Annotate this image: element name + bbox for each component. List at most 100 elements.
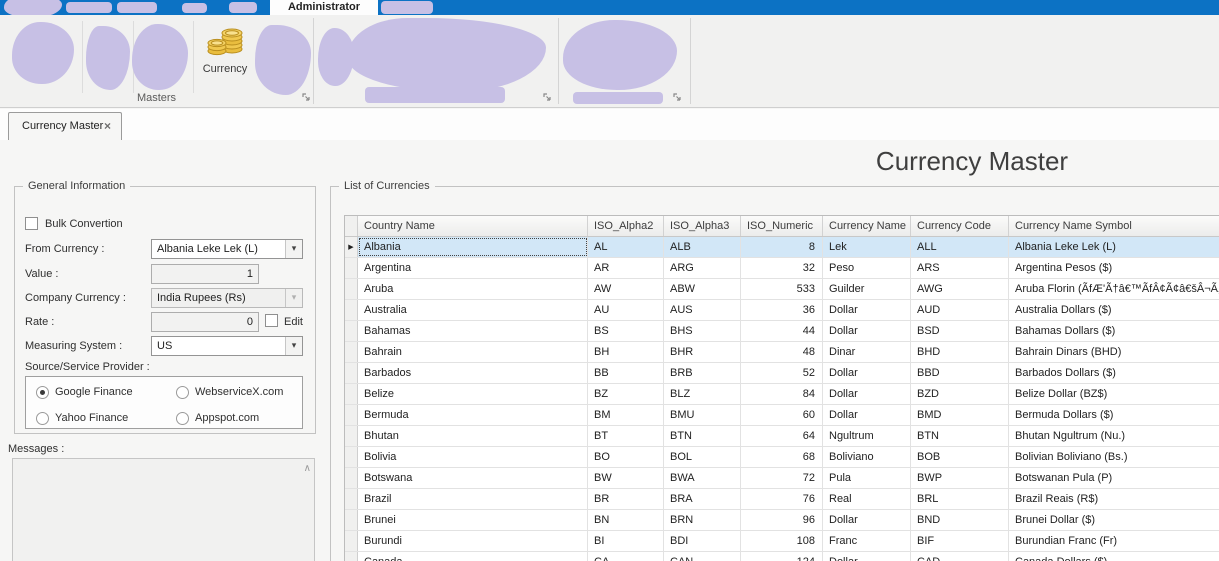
cell[interactable]: 84 bbox=[741, 384, 823, 404]
cell[interactable]: BT bbox=[588, 426, 664, 446]
cell[interactable]: BBD bbox=[911, 363, 1009, 383]
radio-option-yahoo-finance[interactable]: Yahoo Finance bbox=[36, 411, 176, 425]
cell[interactable]: BIF bbox=[911, 531, 1009, 551]
cell[interactable]: BDI bbox=[664, 531, 741, 551]
cell[interactable]: 68 bbox=[741, 447, 823, 467]
scrollbar-up-icon[interactable]: ∧ bbox=[304, 463, 311, 474]
value-input[interactable]: 1 bbox=[151, 264, 259, 284]
cell[interactable]: 8 bbox=[741, 237, 823, 257]
cell[interactable]: Ngultrum bbox=[823, 426, 911, 446]
tab-currency-master[interactable]: Currency Master × bbox=[8, 112, 122, 141]
cell[interactable]: Albania Leke Lek (L) bbox=[1009, 237, 1219, 257]
cell[interactable]: AW bbox=[588, 279, 664, 299]
table-row[interactable]: Belize BZ BLZ 84 Dollar BZD Belize Dollar (BZ$… bbox=[345, 384, 1219, 405]
measuring-system-combo[interactable]: US ▾ bbox=[151, 336, 303, 356]
radio-option-appspot-com[interactable]: Appspot.com bbox=[176, 411, 302, 425]
table-row[interactable]: Bhutan BT BTN 64 Ngultrum BTN Bhutan Ngultrum … bbox=[345, 426, 1219, 447]
edit-checkbox[interactable] bbox=[265, 314, 278, 327]
cell[interactable]: Boliviano bbox=[823, 447, 911, 467]
cell[interactable]: Dollar bbox=[823, 363, 911, 383]
cell[interactable]: 96 bbox=[741, 510, 823, 530]
cell[interactable]: BO bbox=[588, 447, 664, 467]
cell[interactable]: BI bbox=[588, 531, 664, 551]
cell[interactable]: Belize Dollar (BZ$) bbox=[1009, 384, 1219, 404]
radio-option-webservicex-com[interactable]: WebserviceX.com bbox=[176, 385, 302, 399]
cell[interactable]: Dinar bbox=[823, 342, 911, 362]
cell[interactable]: 60 bbox=[741, 405, 823, 425]
cell[interactable]: BHS bbox=[664, 321, 741, 341]
cell[interactable]: Bahamas bbox=[358, 321, 588, 341]
cell[interactable]: Canada bbox=[358, 552, 588, 561]
column-header-currency-name-symbol[interactable]: Currency Name Symbol bbox=[1009, 216, 1219, 236]
cell[interactable]: Bolivian Boliviano (Bs.) bbox=[1009, 447, 1219, 467]
cell[interactable]: 36 bbox=[741, 300, 823, 320]
cell[interactable]: Brunei bbox=[358, 510, 588, 530]
cell[interactable]: Real bbox=[823, 489, 911, 509]
cell[interactable]: Brazil Reais (R$) bbox=[1009, 489, 1219, 509]
currency-ribbon-button[interactable]: Currency bbox=[196, 20, 254, 92]
cell[interactable]: Albania bbox=[358, 237, 588, 257]
cell[interactable]: Pula bbox=[823, 468, 911, 488]
radio-option-google-finance[interactable]: Google Finance bbox=[36, 385, 176, 399]
close-icon[interactable]: × bbox=[104, 113, 111, 139]
cell[interactable]: 64 bbox=[741, 426, 823, 446]
dialog-launcher-icon[interactable] bbox=[673, 93, 683, 103]
cell[interactable]: Argentina bbox=[358, 258, 588, 278]
rate-input[interactable]: 0 bbox=[151, 312, 259, 332]
cell[interactable]: BSD bbox=[911, 321, 1009, 341]
cell[interactable]: Barbados bbox=[358, 363, 588, 383]
cell[interactable]: BRA bbox=[664, 489, 741, 509]
cell[interactable]: BOB bbox=[911, 447, 1009, 467]
cell[interactable]: Bolivia bbox=[358, 447, 588, 467]
table-row[interactable]: Australia AU AUS 36 Dollar AUD Australia Dolla… bbox=[345, 300, 1219, 321]
cell[interactable]: Dollar bbox=[823, 510, 911, 530]
cell[interactable]: CAD bbox=[911, 552, 1009, 561]
cell[interactable]: BMD bbox=[911, 405, 1009, 425]
cell[interactable]: BHR bbox=[664, 342, 741, 362]
cell[interactable]: BWP bbox=[911, 468, 1009, 488]
cell[interactable]: AL bbox=[588, 237, 664, 257]
cell[interactable]: Argentina Pesos ($) bbox=[1009, 258, 1219, 278]
cell[interactable]: Burundi bbox=[358, 531, 588, 551]
cell[interactable]: BM bbox=[588, 405, 664, 425]
cell[interactable]: BOL bbox=[664, 447, 741, 467]
dialog-launcher-icon[interactable] bbox=[543, 93, 553, 103]
table-row[interactable]: Bolivia BO BOL 68 Boliviano BOB Bolivian Boliv… bbox=[345, 447, 1219, 468]
column-header-iso-alpha3[interactable]: ISO_Alpha3 bbox=[664, 216, 741, 236]
cell[interactable]: Dollar bbox=[823, 405, 911, 425]
cell[interactable]: BW bbox=[588, 468, 664, 488]
ribbon-tab-administrator[interactable]: Administrator bbox=[270, 0, 378, 15]
cell[interactable]: 72 bbox=[741, 468, 823, 488]
cell[interactable]: BZD bbox=[911, 384, 1009, 404]
table-row[interactable]: Bahamas BS BHS 44 Dollar BSD Bahamas Dollars (… bbox=[345, 321, 1219, 342]
from-currency-combo[interactable]: Albania Leke Lek (L) ▾ bbox=[151, 239, 303, 259]
cell[interactable]: Barbados Dollars ($) bbox=[1009, 363, 1219, 383]
cell[interactable]: CAN bbox=[664, 552, 741, 561]
cell[interactable]: BRL bbox=[911, 489, 1009, 509]
table-row[interactable]: Barbados BB BRB 52 Dollar BBD Barbados Dollars… bbox=[345, 363, 1219, 384]
messages-textarea[interactable]: ∧ bbox=[12, 458, 315, 561]
cell[interactable]: Botswanan Pula (P) bbox=[1009, 468, 1219, 488]
table-row[interactable]: Bermuda BM BMU 60 Dollar BMD Bermuda Dollars (… bbox=[345, 405, 1219, 426]
table-row[interactable]: Aruba AW ABW 533 Guilder AWG Aruba Florin (ÃfÆ… bbox=[345, 279, 1219, 300]
cell[interactable]: 44 bbox=[741, 321, 823, 341]
cell[interactable]: Bermuda Dollars ($) bbox=[1009, 405, 1219, 425]
cell[interactable]: Belize bbox=[358, 384, 588, 404]
cell[interactable]: BH bbox=[588, 342, 664, 362]
cell[interactable]: CA bbox=[588, 552, 664, 561]
cell[interactable]: BTN bbox=[664, 426, 741, 446]
cell[interactable]: Brunei Dollar ($) bbox=[1009, 510, 1219, 530]
cell[interactable]: Brazil bbox=[358, 489, 588, 509]
cell[interactable]: Bhutan Ngultrum (Nu.) bbox=[1009, 426, 1219, 446]
table-row[interactable]: Burundi BI BDI 108 Franc BIF Burundian Franc (… bbox=[345, 531, 1219, 552]
cell[interactable]: Canada Dollars ($) bbox=[1009, 552, 1219, 561]
cell[interactable]: 108 bbox=[741, 531, 823, 551]
cell[interactable]: Dollar bbox=[823, 300, 911, 320]
table-row[interactable]: Brunei BN BRN 96 Dollar BND Brunei Dollar ($) bbox=[345, 510, 1219, 531]
cell[interactable]: ALL bbox=[911, 237, 1009, 257]
cell[interactable]: Aruba bbox=[358, 279, 588, 299]
chevron-down-icon[interactable]: ▾ bbox=[285, 240, 302, 258]
cell[interactable]: Australia bbox=[358, 300, 588, 320]
cell[interactable]: Botswana bbox=[358, 468, 588, 488]
cell[interactable]: AWG bbox=[911, 279, 1009, 299]
